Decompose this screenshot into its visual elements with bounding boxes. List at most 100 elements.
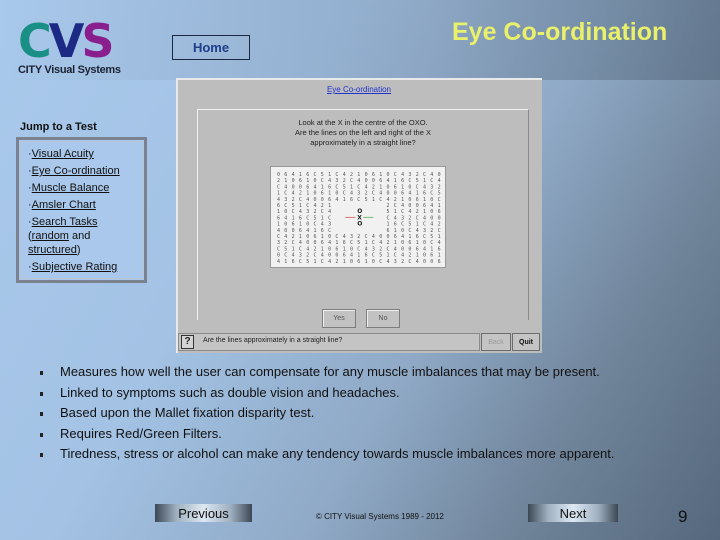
grid-glyph: 4: [387, 259, 390, 265]
grid-glyph: 4: [365, 246, 368, 252]
jump-to-test-heading: Jump to a Test: [20, 121, 97, 133]
grid-glyph: 3: [277, 240, 280, 246]
grid-glyph: 3: [423, 228, 426, 234]
help-icon[interactable]: ?: [181, 335, 194, 349]
grid-glyph: C: [284, 191, 287, 197]
grid-glyph: 4: [292, 172, 295, 178]
grid-glyph: 4: [277, 197, 280, 203]
grid-glyph: 4: [416, 228, 419, 234]
grid-glyph: 5: [416, 178, 419, 184]
grid-glyph: 6: [365, 253, 368, 259]
description-item: Based upon the Mallet fixation disparity…: [40, 404, 614, 425]
link-eye-coordination[interactable]: Eye Co-ordination: [32, 165, 120, 177]
grid-glyph: 0: [328, 246, 331, 252]
yes-button[interactable]: Yes: [322, 309, 356, 328]
back-button[interactable]: Back: [481, 333, 511, 351]
quit-button[interactable]: Quit: [512, 333, 540, 351]
grid-glyph: 6: [438, 209, 441, 215]
grid-glyph: 6: [423, 203, 426, 209]
grid-glyph: 1: [306, 191, 309, 197]
link-subjective-rating[interactable]: Subjective Rating: [32, 261, 118, 273]
grid-glyph: 4: [394, 215, 397, 221]
link-structured[interactable]: structured: [28, 244, 77, 256]
link-visual-acuity[interactable]: Visual Acuity: [32, 148, 94, 160]
grid-glyph: 6: [321, 240, 324, 246]
grid-glyph: 6: [314, 234, 317, 240]
grid-glyph: 0: [379, 234, 382, 240]
logo-letter-s: S: [81, 14, 114, 68]
grid-glyph: 4: [277, 228, 280, 234]
grid-glyph: 1: [394, 178, 397, 184]
and-text: and: [68, 230, 91, 242]
grid-glyph: 2: [292, 234, 295, 240]
description-text: Requires Red/Green Filters.: [60, 425, 222, 441]
grid-glyph: 0: [328, 253, 331, 259]
grid-glyph: 1: [408, 234, 411, 240]
next-button[interactable]: Next: [528, 504, 618, 522]
grid-glyph: 0: [306, 222, 309, 228]
paren-close: ): [76, 244, 81, 256]
grid-glyph: 6: [299, 178, 302, 184]
grid-glyph: 2: [394, 197, 397, 203]
grid-glyph: 6: [299, 215, 302, 221]
grid-glyph: C: [372, 240, 375, 246]
grid-glyph: 6: [357, 259, 360, 265]
grid-glyph: 1: [314, 259, 317, 265]
grid-glyph: 2: [438, 222, 441, 228]
grid-glyph: 0: [416, 203, 419, 209]
grid-glyph: 5: [292, 203, 295, 209]
grid-glyph: 2: [306, 253, 309, 259]
link-muscle-balance[interactable]: Muscle Balance: [32, 182, 110, 194]
grid-glyph: C: [314, 172, 317, 178]
grid-glyph: 2: [372, 184, 375, 190]
grid-glyph: 6: [438, 246, 441, 252]
no-button[interactable]: No: [366, 309, 400, 328]
grid-glyph: C: [430, 240, 433, 246]
grid-glyph: 4: [292, 253, 295, 259]
grid-glyph: 3: [284, 197, 287, 203]
grid-glyph: 5: [438, 191, 441, 197]
grid-glyph: 4: [284, 234, 287, 240]
grid-glyph: 1: [328, 172, 331, 178]
grid-glyph: 2: [387, 203, 390, 209]
grid-glyph: 3: [328, 222, 331, 228]
grid-glyph: 1: [438, 234, 441, 240]
grid-glyph: 6: [401, 178, 404, 184]
grid-glyph: 1: [321, 246, 324, 252]
grid-glyph: 6: [335, 246, 338, 252]
grid-glyph: 2: [430, 228, 433, 234]
grid-glyph: C: [328, 215, 331, 221]
description-item: Tiredness, stress or alcohol can make an…: [40, 445, 614, 466]
grid-glyph: 6: [401, 191, 404, 197]
bullet-icon: [40, 371, 43, 375]
link-amsler-chart[interactable]: Amsler Chart: [32, 199, 96, 211]
grid-glyph: C: [299, 197, 302, 203]
grid-glyph: 1: [365, 259, 368, 265]
home-button[interactable]: Home: [172, 35, 250, 60]
link-search-tasks[interactable]: Search Tasks: [32, 216, 98, 228]
grid-glyph: 5: [314, 215, 317, 221]
grid-glyph: 0: [372, 178, 375, 184]
grid-glyph: 4: [284, 215, 287, 221]
grid-glyph: 2: [408, 215, 411, 221]
grid-glyph: C: [372, 191, 375, 197]
grid-glyph: 2: [321, 203, 324, 209]
grid-glyph: C: [306, 215, 309, 221]
grid-glyph: 1: [299, 222, 302, 228]
bullet-icon: [40, 432, 43, 437]
grid-glyph: 3: [394, 259, 397, 265]
jump-item-visual-acuity: ·Visual Acuity: [28, 146, 128, 163]
grid-glyph: 1: [284, 178, 287, 184]
grid-glyph: 1: [335, 240, 338, 246]
grid-glyph: 4: [430, 172, 433, 178]
screenshot-title-link[interactable]: Eye Co-ordination: [178, 85, 540, 94]
grid-glyph: 2: [314, 209, 317, 215]
previous-button[interactable]: Previous: [155, 504, 252, 522]
grid-glyph: 6: [423, 191, 426, 197]
grid-glyph: 1: [277, 191, 280, 197]
grid-glyph: C: [292, 209, 295, 215]
grid-glyph: 0: [430, 197, 433, 203]
grid-glyph: 4: [306, 246, 309, 252]
link-random[interactable]: random: [32, 230, 69, 242]
grid-glyph: 2: [350, 172, 353, 178]
